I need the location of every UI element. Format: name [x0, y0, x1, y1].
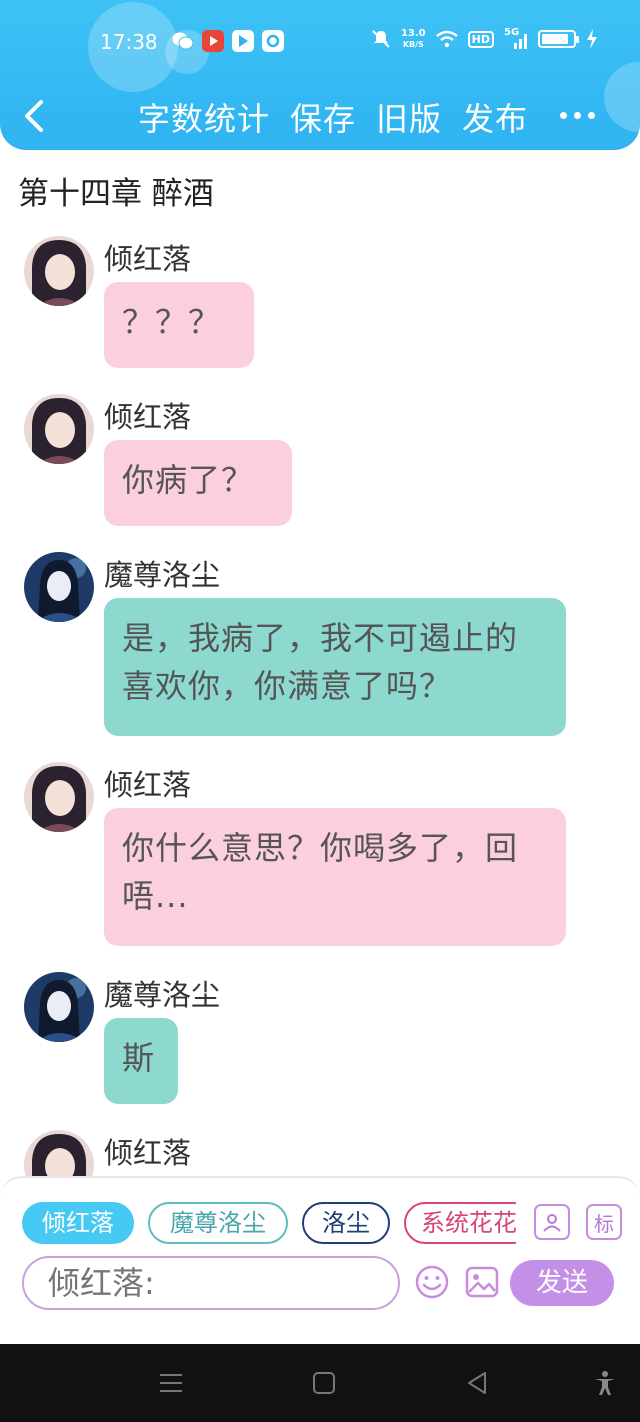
- system-status-icons: 13.0 KB/S HD 5G: [371, 27, 598, 50]
- back-arrow-icon[interactable]: [20, 98, 50, 134]
- app-header: 17:38 13.0 KB/S HD 5G 字数统计 保存 旧版 发布: [0, 0, 640, 150]
- message-bubble: 你病了？: [104, 440, 292, 526]
- accessibility-icon[interactable]: [592, 1370, 618, 1396]
- mute-icon: [372, 30, 390, 48]
- publish-button[interactable]: 发布: [462, 94, 528, 140]
- emoji-icon[interactable]: [414, 1264, 450, 1300]
- character-manage-button[interactable]: [534, 1204, 570, 1240]
- save-button[interactable]: 保存: [290, 94, 356, 140]
- avatar-qinghongluo[interactable]: [24, 762, 94, 832]
- avatar-mozunluochen[interactable]: [24, 972, 94, 1042]
- character-chip-mozunluochen[interactable]: 魔尊洛尘: [148, 1202, 288, 1244]
- sender-name: 倾红落: [104, 768, 192, 802]
- word-count-button[interactable]: 字数统计: [138, 94, 270, 140]
- message-input[interactable]: [22, 1256, 400, 1310]
- old-version-button[interactable]: 旧版: [376, 94, 442, 140]
- home-icon[interactable]: [311, 1370, 337, 1396]
- battery-level: [542, 34, 568, 44]
- back-icon[interactable]: [464, 1370, 490, 1396]
- wifi-icon: [435, 30, 458, 48]
- sender-name: 魔尊洛尘: [104, 978, 221, 1012]
- message-bubble: 是，我病了，我不可遏止的喜欢你，你满意了吗？: [104, 598, 566, 736]
- avatar-mozunluochen[interactable]: [24, 552, 94, 622]
- battery-icon: [538, 30, 579, 48]
- character-chip-luochen[interactable]: 洛尘: [302, 1202, 390, 1244]
- person-card-icon: [543, 1214, 561, 1232]
- hd-badge: HD: [467, 30, 494, 48]
- signal-icon: 5G: [504, 27, 528, 49]
- tag-button[interactable]: 标: [586, 1204, 622, 1240]
- message-bubble: ？？？: [104, 282, 254, 368]
- message-bubble: 斯: [104, 1018, 178, 1104]
- charging-icon: [587, 29, 597, 49]
- composer-panel: 倾红落 魔尊洛尘 洛尘 系统花花 标 发送: [0, 1176, 640, 1344]
- sender-name: 倾红落: [104, 242, 192, 276]
- notification-icons: [172, 30, 284, 52]
- character-chip-xitonghuahua[interactable]: 系统花花: [404, 1202, 516, 1244]
- streaming-app-icon: [232, 30, 254, 52]
- character-chips: 倾红落 魔尊洛尘 洛尘 系统花花: [22, 1202, 516, 1246]
- avatar-qinghongluo[interactable]: [24, 394, 94, 464]
- browser-app-icon: [262, 30, 284, 52]
- character-chip-qinghongluo[interactable]: 倾红落: [22, 1202, 134, 1244]
- sender-name: 倾红落: [104, 1136, 192, 1170]
- avatar-qinghongluo[interactable]: [24, 236, 94, 306]
- top-nav: 字数统计 保存 旧版 发布: [0, 92, 640, 142]
- system-navigation-bar: [0, 1344, 640, 1422]
- wechat-icon: [172, 30, 194, 52]
- sender-name: 魔尊洛尘: [104, 558, 221, 592]
- network-speed-unit: KB/S: [402, 40, 424, 49]
- sender-name: 倾红落: [104, 400, 192, 434]
- image-icon[interactable]: [464, 1264, 500, 1300]
- status-time: 17:38: [100, 30, 158, 54]
- more-options-icon[interactable]: [560, 112, 595, 119]
- video-app-icon: [202, 30, 224, 52]
- menu-icon[interactable]: [158, 1370, 184, 1396]
- network-speed-value: 13.0: [400, 28, 426, 39]
- network-speed: 13.0 KB/S: [401, 28, 426, 50]
- message-bubble: 你什么意思？你喝多了，回唔...: [104, 808, 566, 946]
- send-button[interactable]: 发送: [510, 1260, 614, 1306]
- chapter-title: 第十四章 醉酒: [18, 176, 214, 212]
